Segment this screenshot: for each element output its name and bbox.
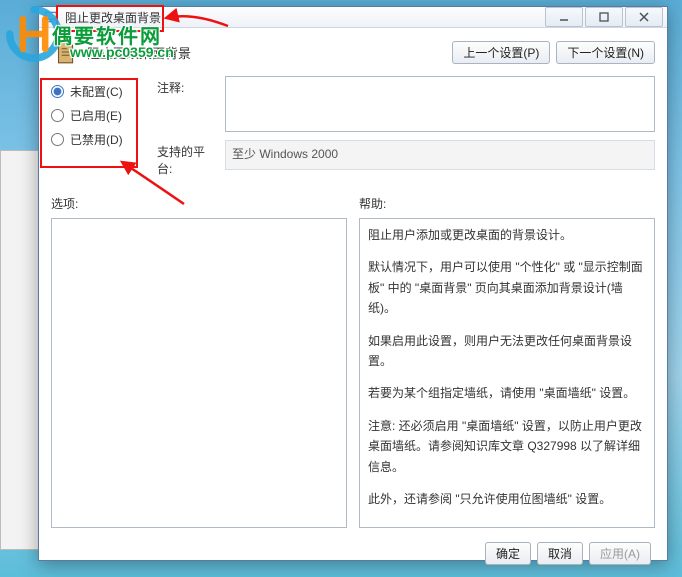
help-pane: 阻止用户添加或更改桌面的背景设计。 默认情况下，用户可以使用 "个性化" 或 "…	[359, 218, 655, 528]
window-title: 阻止更改桌面背景	[65, 9, 543, 26]
next-setting-button[interactable]: 下一个设置(N)	[556, 41, 655, 64]
system-icon	[43, 9, 59, 25]
policy-title: 阻止更改桌面背景	[87, 43, 191, 62]
radio-disabled-label[interactable]: 已禁用(D)	[70, 131, 123, 148]
radio-enabled-label[interactable]: 已启用(E)	[70, 107, 122, 124]
help-paragraph: 若要为某个组指定墙纸，请使用 "桌面墙纸" 设置。	[368, 383, 646, 403]
prev-setting-button[interactable]: 上一个设置(P)	[452, 41, 550, 64]
help-paragraph: 默认情况下，用户可以使用 "个性化" 或 "显示控制面板" 中的 "桌面背景" …	[368, 257, 646, 318]
comment-textarea[interactable]	[225, 76, 655, 132]
supported-platforms: 至少 Windows 2000	[225, 140, 655, 170]
help-paragraph: 此外，还请参阅 "只允许使用位图墙纸" 设置。	[368, 489, 646, 509]
policy-dialog: 阻止更改桌面背景 阻止更改桌面背景 上一个设置(P) 下一个设置(N)	[38, 6, 668, 561]
radio-disabled[interactable]	[51, 133, 64, 146]
minimize-button[interactable]	[545, 7, 583, 27]
comment-label: 注释:	[157, 76, 217, 96]
close-button[interactable]	[625, 7, 663, 27]
title-bar: 阻止更改桌面背景	[39, 7, 667, 28]
help-paragraph: 阻止用户添加或更改桌面的背景设计。	[368, 225, 646, 245]
cancel-button[interactable]: 取消	[537, 542, 583, 565]
state-radio-group: 未配置(C) 已启用(E) 已禁用(D)	[51, 76, 143, 177]
options-pane	[51, 218, 347, 528]
maximize-button[interactable]	[585, 7, 623, 27]
help-paragraph: 注意: 还必须启用 "桌面墙纸" 设置，以防止用户更改桌面墙纸。请参阅知识库文章…	[368, 416, 646, 477]
radio-enabled[interactable]	[51, 109, 64, 122]
supported-label: 支持的平台:	[157, 140, 217, 177]
help-header: 帮助:	[359, 195, 655, 212]
policy-icon	[51, 38, 79, 66]
radio-not-configured-label[interactable]: 未配置(C)	[70, 83, 123, 100]
ok-button[interactable]: 确定	[485, 542, 531, 565]
help-paragraph: 如果启用此设置，则用户无法更改任何桌面背景设置。	[368, 331, 646, 372]
radio-not-configured[interactable]	[51, 85, 64, 98]
apply-button[interactable]: 应用(A)	[589, 542, 651, 565]
background-window	[0, 150, 40, 550]
options-header: 选项:	[51, 195, 347, 212]
